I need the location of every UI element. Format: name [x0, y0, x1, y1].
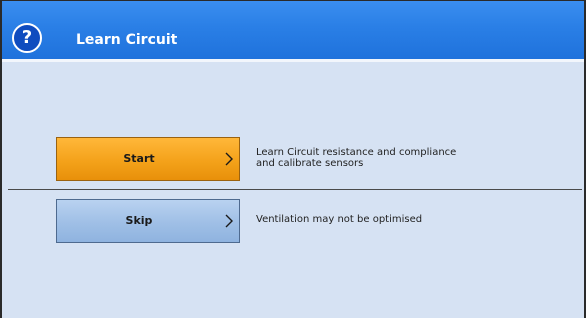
learn-circuit-dialog: ? Learn Circuit Start Learn Circuit resi… [0, 0, 586, 318]
dialog-title: Learn Circuit [76, 32, 178, 48]
skip-button[interactable]: Skip [56, 199, 240, 243]
title-bar: ? Learn Circuit [2, 1, 584, 62]
start-description-line1: Learn Circuit resistance and compliance [256, 147, 457, 158]
start-button-label: Start [123, 152, 155, 165]
help-question-icon[interactable]: ? [12, 23, 42, 53]
chevron-right-icon [225, 152, 233, 166]
start-description: Learn Circuit resistance and compliance … [256, 147, 456, 169]
start-description-line2: and calibrate sensors [256, 158, 364, 169]
options-divider [8, 189, 582, 190]
start-button[interactable]: Start [56, 137, 240, 181]
chevron-right-icon [225, 214, 233, 228]
skip-description: Ventilation may not be optimised [256, 214, 423, 225]
skip-button-label: Skip [125, 214, 153, 227]
